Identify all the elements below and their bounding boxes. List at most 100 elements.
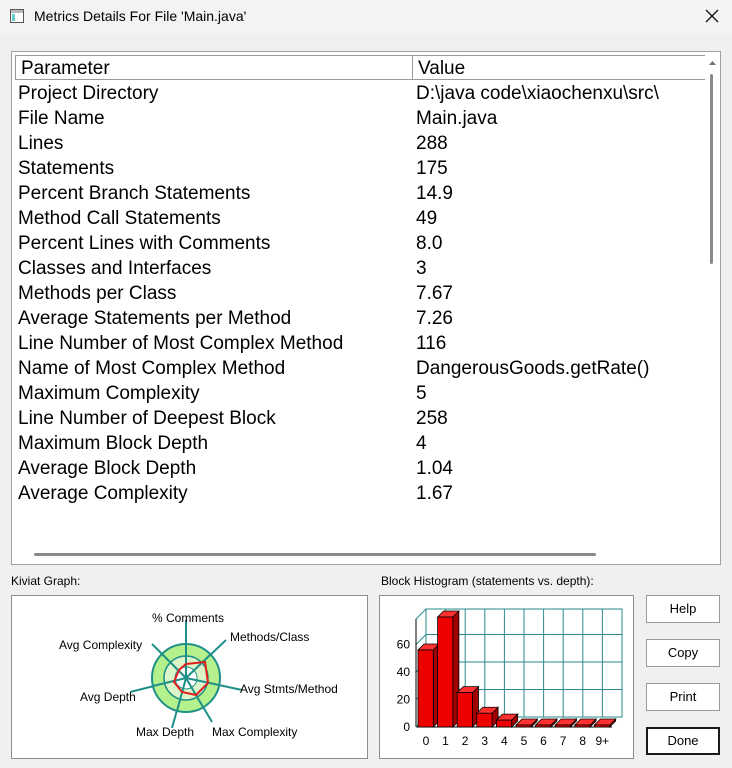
parameter-name: Project Directory <box>18 83 159 104</box>
histogram-xtick-label: 8 <box>579 734 586 748</box>
histogram-bar-front <box>535 724 552 728</box>
parameter-name: Name of Most Complex Method <box>18 358 286 379</box>
parameter-value: 3 <box>416 258 427 279</box>
print-button[interactable]: Print <box>646 683 720 711</box>
table-row[interactable]: Average Statements per Method 7.26 <box>12 306 706 331</box>
histogram-ytick-label: 60 <box>397 638 411 652</box>
table-row[interactable]: Maximum Complexity 5 <box>12 381 706 406</box>
parameter-value: 288 <box>416 133 448 154</box>
close-button[interactable] <box>692 0 732 34</box>
table-row[interactable]: Average Block Depth 1.04 <box>12 456 706 481</box>
parameter-name: Average Statements per Method <box>18 308 292 329</box>
histogram-bar <box>495 713 519 728</box>
parameter-value: 8.0 <box>416 233 443 254</box>
table-row[interactable]: Project Directory D:\java code\xiaochenxu… <box>12 81 706 106</box>
parameter-name: Line Number of Most Complex Method <box>18 333 344 354</box>
kiviat-label-avg-stmts: Avg Stmts/Method <box>240 682 338 696</box>
table-row[interactable]: Method Call Statements 49 <box>12 206 706 231</box>
vertical-scroll-thumb[interactable] <box>710 74 713 264</box>
vertical-scrollbar[interactable] <box>705 52 720 542</box>
parameter-name: Statements <box>18 158 115 179</box>
kiviat-graph-label: Kiviat Graph: <box>11 574 81 588</box>
histogram-ytick-label: 0 <box>403 720 410 734</box>
table-row[interactable]: Name of Most Complex Method DangerousGood… <box>12 356 706 381</box>
histogram-bar <box>475 706 500 728</box>
copy-button[interactable]: Copy <box>646 639 720 667</box>
kiviat-label-methods-class: Methods/Class <box>230 630 310 644</box>
parameter-value: 258 <box>416 408 448 429</box>
parameter-name: Line Number of Deepest Block <box>18 408 276 429</box>
column-header-parameter[interactable]: Parameter <box>15 55 413 80</box>
histogram-bar <box>573 718 598 728</box>
block-histogram-label: Block Histogram (statements vs. depth): <box>381 574 594 588</box>
kiviat-label-max-depth: Max Depth <box>136 725 195 739</box>
histogram-xtick-label: 9+ <box>595 734 609 748</box>
table-header: Parameter Value <box>15 55 709 80</box>
table-row[interactable]: Statements 175 <box>12 156 706 181</box>
kiviat-label-comments: % Comments <box>152 611 225 625</box>
parameter-value: 7.26 <box>416 308 453 329</box>
table-row[interactable]: Methods per Class 7.67 <box>12 281 706 306</box>
table-row[interactable]: Percent Lines with Comments 8.0 <box>12 231 706 256</box>
help-button[interactable]: Help <box>646 595 720 623</box>
app-window-icon <box>10 9 24 23</box>
histogram-bar-front <box>456 692 473 728</box>
table-body: Project Directory D:\java code\xiaochenxu… <box>12 81 706 506</box>
parameter-name: Method Call Statements <box>18 208 221 229</box>
parameter-value: 5 <box>416 383 427 404</box>
histogram-bar-front <box>417 649 434 728</box>
table-row[interactable]: Percent Branch Statements 14.9 <box>12 181 706 206</box>
parameter-name: File Name <box>18 108 105 129</box>
histogram-gridline-side <box>415 634 427 645</box>
histogram-bar <box>417 643 441 728</box>
kiviat-label-avg-complexity: Avg Complexity <box>59 638 143 652</box>
histogram-xtick-label: 4 <box>501 734 508 748</box>
table-row[interactable]: File Name Main.java <box>12 106 706 131</box>
histogram-wall-edge <box>415 608 427 620</box>
table-row[interactable]: Lines 288 <box>12 131 706 156</box>
histogram-bar-front <box>515 724 532 728</box>
scroll-up-arrow-icon[interactable] <box>705 56 720 70</box>
histogram-ytick-label: 20 <box>397 693 411 707</box>
histogram-xtick-label: 6 <box>540 734 547 748</box>
window-title: Metrics Details For File 'Main.java' <box>34 8 247 24</box>
close-icon <box>705 9 719 23</box>
kiviat-label-max-complexity: Max Complexity <box>212 725 298 739</box>
column-header-value[interactable]: Value <box>412 55 709 80</box>
table-row[interactable]: Average Complexity 1.67 <box>12 481 706 506</box>
histogram-bar-front <box>496 719 513 728</box>
parameter-value: 1.67 <box>416 483 453 504</box>
histogram-bar <box>436 610 460 728</box>
table-row[interactable]: Line Number of Most Complex Method 116 <box>12 331 706 356</box>
parameter-value: D:\java code\xiaochenxu\src\ <box>416 83 659 104</box>
parameter-name: Lines <box>18 133 64 154</box>
histogram-bar-front <box>593 724 611 728</box>
histogram-bar <box>456 685 480 728</box>
horizontal-scrollbar[interactable] <box>12 545 705 564</box>
table-row[interactable]: Line Number of Deepest Block 258 <box>12 406 706 431</box>
metrics-table: Parameter Value Project Directory D:\java… <box>11 51 721 565</box>
histogram-bar <box>554 718 578 728</box>
parameter-value: 4 <box>416 433 427 454</box>
histogram-xtick-label: 7 <box>560 734 567 748</box>
parameter-name: Methods per Class <box>18 283 177 304</box>
done-button[interactable]: Done <box>646 727 720 755</box>
parameter-value: 14.9 <box>416 183 453 204</box>
parameter-value: DangerousGoods.getRate() <box>416 358 650 379</box>
parameter-value: 7.67 <box>416 283 453 304</box>
parameter-name: Percent Branch Statements <box>18 183 251 204</box>
parameter-name: Average Complexity <box>18 483 188 504</box>
histogram-xtick-label: 5 <box>521 734 528 748</box>
histogram-bar-front <box>554 724 571 728</box>
histogram-chart: 02040600 1 2 3 4 5 6 7 8 9+ <box>397 608 623 748</box>
histogram-bar <box>534 718 558 728</box>
histogram-bar <box>515 718 539 728</box>
table-row[interactable]: Maximum Block Depth 4 <box>12 431 706 456</box>
parameter-name: Average Block Depth <box>18 458 197 479</box>
parameter-name: Maximum Block Depth <box>18 433 209 454</box>
histogram-xtick-label: 1 <box>442 734 449 748</box>
histogram-bar <box>593 718 617 728</box>
horizontal-scroll-thumb[interactable] <box>34 553 596 556</box>
table-row[interactable]: Classes and Interfaces 3 <box>12 256 706 281</box>
parameter-name: Percent Lines with Comments <box>18 233 271 254</box>
